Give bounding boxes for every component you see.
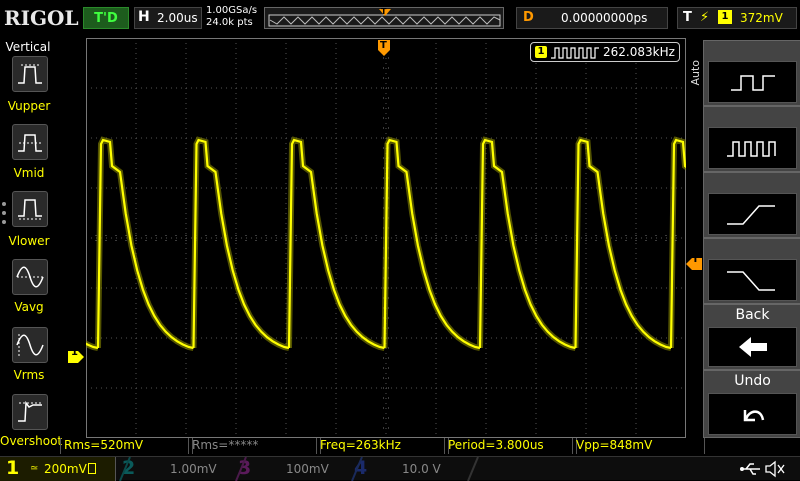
vavg-button[interactable] (12, 259, 48, 295)
softkey-menu: Back Undo (703, 40, 800, 438)
channel-bar: 1 ≃ 200mV 2 1.00mV 3 100mV 4 10.0 V (0, 456, 800, 481)
trigger-source: 1 (718, 10, 732, 24)
ch1-scale: 200mV (44, 462, 87, 476)
ch1-scale-box[interactable]: 1 ≃ 200mV (0, 457, 116, 481)
back-arrow-icon (739, 337, 767, 357)
panel-scroll-dots (2, 202, 6, 224)
vlower-icon (18, 199, 42, 220)
meas-rms-off[interactable]: Rms=***** (188, 438, 321, 454)
vupper-icon (18, 64, 42, 84)
delay-readout[interactable]: D 0.00000000ps (516, 7, 668, 29)
timebase-value: 2.00us (157, 11, 198, 25)
menu-mode-label: Auto (689, 60, 702, 86)
vrms-label: Vrms (13, 368, 45, 382)
trigger-readout[interactable]: T ⚡ 1 372mV (677, 7, 797, 29)
ch1-trace-path (86, 138, 686, 350)
undo-icon (743, 410, 765, 422)
ch1-number: 1 (6, 457, 20, 479)
run-status-badge[interactable]: T'D (83, 7, 129, 29)
measure-items: Vupper Vmid Vlower Vavg Vrms Overshoot (0, 0, 63, 460)
meas-period[interactable]: Period=3.800us (444, 438, 577, 454)
vlower-button[interactable] (12, 191, 48, 227)
vmid-icon (18, 134, 42, 152)
back-button[interactable]: Back (703, 304, 800, 370)
vrms-icon (16, 334, 44, 356)
trigger-level-letter: T (692, 254, 699, 265)
ch1-coupling-icon: ≃ (30, 463, 39, 474)
trigger-position-letter: T (380, 40, 387, 51)
trigger-position-marker[interactable]: T (378, 40, 390, 56)
softkey-slow-pulse[interactable] (703, 40, 800, 106)
vmid-label: Vmid (13, 166, 45, 180)
ch1-trace (86, 136, 686, 351)
trigger-edge-icon: ⚡ (700, 10, 710, 25)
softkey-rise-time[interactable] (703, 172, 800, 238)
vavg-label: Vavg (14, 300, 44, 314)
mute-icon[interactable] (764, 460, 786, 478)
memory-waveform-bar[interactable]: T (264, 7, 504, 29)
overshoot-icon (18, 400, 42, 422)
pulse-train-icon (551, 47, 599, 59)
overshoot-button[interactable] (12, 394, 48, 430)
meas-vpp[interactable]: Vpp=848mV (572, 438, 705, 454)
sample-info: 1.00GSa/s 24.0k pts (206, 5, 264, 29)
vupper-label: Vupper (7, 99, 51, 113)
undo-button[interactable]: Undo (703, 370, 800, 438)
trigger-level: 372mV (740, 11, 783, 25)
counter-value: 262.083kHz (603, 45, 675, 59)
usb-icon (740, 463, 760, 475)
softkey-fall-time[interactable] (703, 238, 800, 304)
back-label: Back (735, 307, 770, 323)
overshoot-label: Overshoot (0, 434, 63, 448)
counter-channel: 1 (535, 46, 547, 58)
horizontal-timebase[interactable]: H 2.00us (134, 7, 202, 29)
delay-value: 0.00000000ps (561, 11, 648, 25)
memory-points: 24.0k pts (206, 17, 253, 28)
ch1-offset-letter: 1 (71, 347, 78, 358)
falling-edge-icon (727, 271, 775, 291)
ch1-offset-marker[interactable]: 1 (68, 347, 84, 363)
sample-rate: 1.00GSa/s (206, 5, 258, 16)
vavg-icon (16, 266, 44, 288)
waveform-display[interactable] (86, 38, 686, 438)
measurement-results: Rms=520mV Rms=***** Freq=263kHz Period=3… (60, 438, 705, 454)
undo-label: Undo (734, 373, 771, 389)
trigger-level-marker[interactable]: T (686, 254, 702, 270)
trigger-key: T (683, 10, 692, 25)
delay-key: D (523, 10, 534, 25)
vupper-button[interactable] (12, 56, 48, 92)
fast-pulse-icon (727, 141, 776, 157)
ch1-bandwidth-icon (88, 463, 96, 474)
meas-rms-ch1[interactable]: Rms=520mV (60, 438, 193, 454)
frequency-counter[interactable]: 1 262.083kHz (530, 42, 680, 62)
horizontal-key: H (138, 9, 150, 25)
rising-edge-icon (727, 205, 775, 225)
meas-freq[interactable]: Freq=263kHz (316, 438, 449, 454)
softkey-fast-pulse[interactable] (703, 106, 800, 172)
memory-trigger-letter: T (381, 7, 387, 16)
vmid-button[interactable] (12, 124, 48, 160)
channel-separators (119, 457, 479, 481)
slow-pulse-icon (731, 75, 775, 91)
vlower-label: Vlower (8, 234, 50, 248)
vrms-button[interactable] (12, 327, 48, 363)
